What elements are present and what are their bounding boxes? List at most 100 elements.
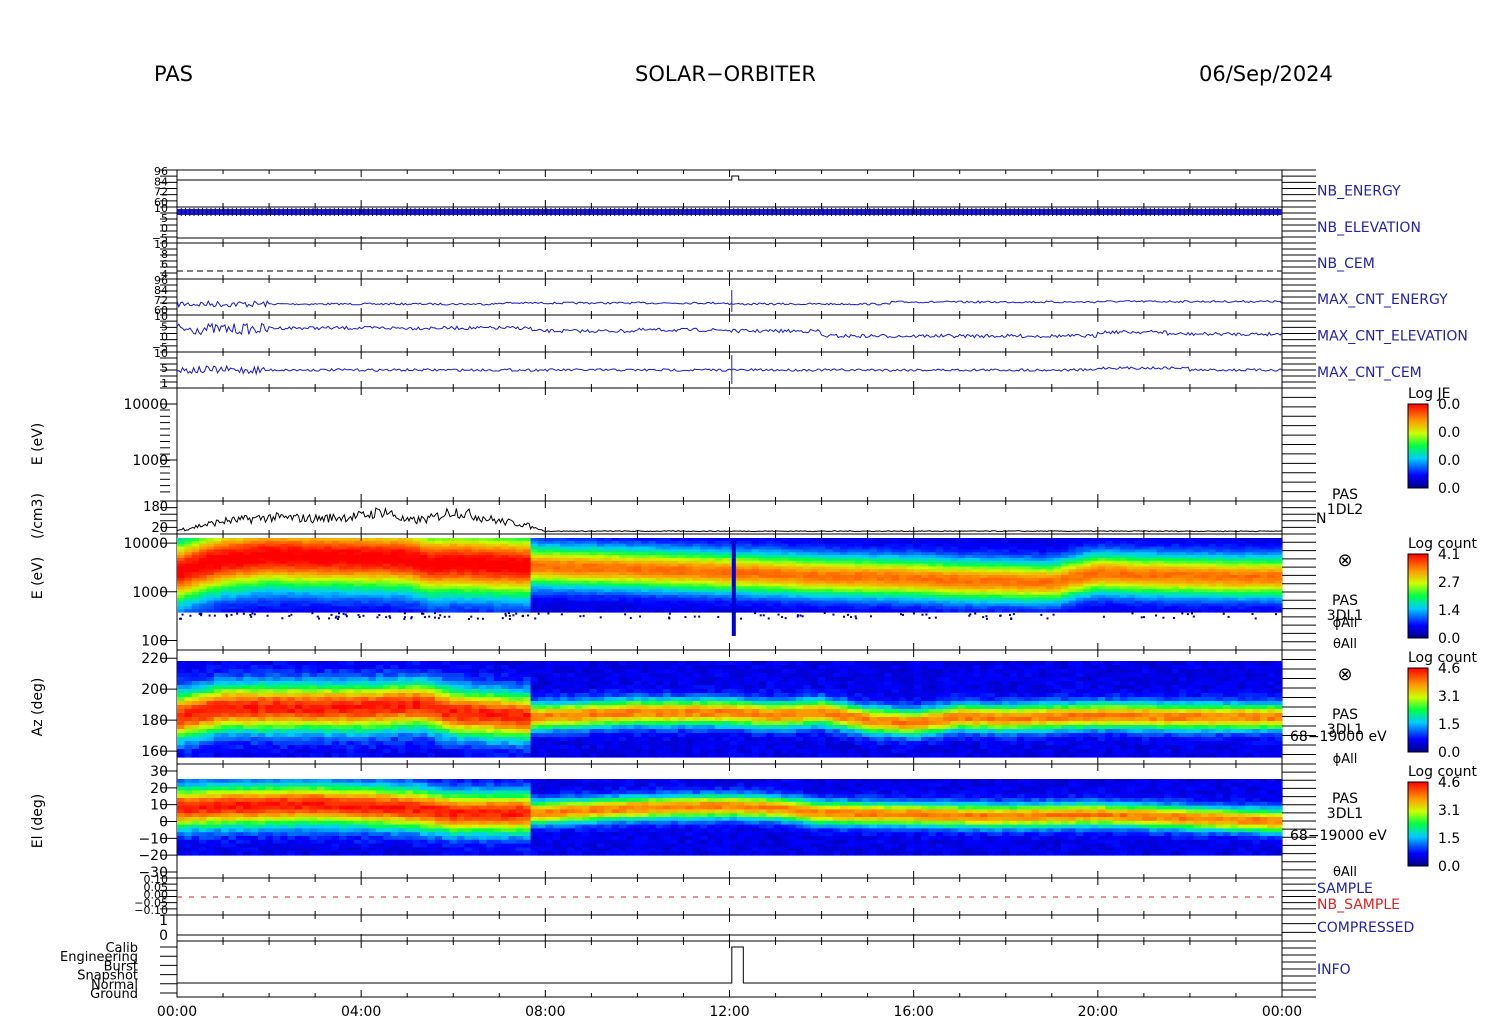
azimuth-spec-cell	[250, 737, 259, 742]
energy-spec-cell	[412, 609, 421, 613]
energy-spec-cell	[294, 609, 303, 613]
azimuth-spec-cell	[331, 713, 340, 718]
energy-noise-dot	[389, 616, 392, 619]
azimuth-spec-cell	[361, 685, 370, 690]
azimuth-spec-cell	[353, 701, 362, 706]
azimuth-spec-cell	[191, 689, 200, 694]
azimuth-spec-cell	[368, 749, 377, 754]
energy-spec-cell	[935, 609, 944, 613]
azimuth-spec-cell	[235, 685, 244, 690]
azimuth-spec-cell	[258, 733, 266, 738]
azimuth-spec-cell	[228, 745, 237, 750]
je-panel	[176, 387, 1283, 502]
azimuth-spec-cell	[272, 749, 281, 754]
azimuth-spec-cell	[213, 697, 222, 702]
azimuth-spec-cell	[272, 717, 281, 722]
azimuth-spec-cell	[302, 693, 311, 698]
azimuth-spec-cell	[235, 713, 244, 718]
azimuth-spec-cell	[280, 669, 289, 674]
energy-spec-cell	[449, 609, 458, 613]
azimuth-spec-cell	[265, 677, 274, 682]
azimuth-spec-cell	[206, 689, 215, 694]
energy-noise-dot	[443, 615, 446, 618]
azimuth-spec-cell	[280, 741, 289, 746]
energy-noise-dot	[410, 617, 413, 620]
azimuth-spec-cell	[353, 717, 362, 722]
azimuth-spec-cell	[375, 697, 384, 702]
energy-noise-dot	[624, 613, 627, 616]
azimuth-spec-cell	[346, 673, 355, 678]
azimuth-spec-cell	[213, 673, 222, 678]
azimuth-spec-cell	[191, 661, 200, 666]
azimuth-spec-cell	[206, 705, 215, 710]
max-cnt-energy-trace	[176, 299, 1283, 309]
energy-noise-dot	[547, 612, 550, 615]
energy-noise-dot	[342, 612, 345, 615]
azimuth-spec-cell	[353, 713, 362, 718]
azimuth-spec-cell	[184, 701, 193, 706]
azimuth-spec-cell	[228, 709, 237, 714]
energy-spec-cell	[928, 609, 937, 613]
azimuth-spec-cell	[361, 681, 370, 686]
azimuth-spec-cell	[228, 733, 237, 738]
azimuth-spec-cell	[302, 717, 311, 722]
azimuth-spec-cell	[346, 733, 355, 738]
azimuth-spec-cell	[331, 749, 340, 754]
energy-spec-cell	[1016, 609, 1025, 613]
azimuth-spec-cell	[294, 729, 303, 734]
energy-noise-dot	[684, 616, 687, 619]
azimuth-spec-cell	[258, 673, 266, 678]
azimuth-spec-cell	[280, 745, 289, 750]
azimuth-spec-cell	[339, 681, 348, 686]
azimuth-spec-cell	[353, 733, 362, 738]
azimuth-spec-cell	[287, 725, 296, 730]
azimuth-spec-cell	[265, 689, 274, 694]
azimuth-spec-cell	[331, 745, 340, 750]
energy-spec-cell	[265, 609, 274, 613]
azimuth-spec-cell	[302, 669, 311, 674]
azimuth-spec-cell	[221, 733, 230, 738]
energy-spec-cell	[795, 609, 804, 613]
azimuth-spec-cell	[302, 733, 311, 738]
azimuth-spec-cell	[361, 673, 370, 678]
azimuth-spec-cell	[309, 669, 318, 674]
energy-spec-cell	[1193, 609, 1202, 613]
azimuth-spec-cell	[258, 689, 266, 694]
energy-noise-dot	[437, 617, 440, 620]
energy-spec-cell	[847, 609, 856, 613]
azimuth-spec-cell	[302, 661, 311, 666]
azimuth-spec-cell	[235, 677, 244, 682]
azimuth-spec-cell	[361, 729, 370, 734]
azimuth-spec-cell	[177, 665, 185, 670]
azimuth-spec-cell	[272, 673, 281, 678]
azimuth-spec-cell	[206, 661, 215, 666]
energy-spec-cell	[854, 609, 863, 613]
azimuth-spec-cell	[339, 689, 348, 694]
energy-noise-dot	[242, 612, 245, 615]
azimuth-spec-cell	[361, 753, 370, 758]
azimuth-spec-cell	[258, 685, 266, 690]
azimuth-spec-cell	[302, 725, 311, 730]
azimuth-spec-cell	[331, 681, 340, 686]
azimuth-spec-cell	[235, 717, 244, 722]
energy-spec-cell	[781, 609, 790, 613]
azimuth-spec-cell	[199, 705, 208, 710]
energy-spec-cell	[1156, 609, 1165, 613]
azimuth-spec-cell	[221, 729, 230, 734]
azimuth-spec-cell	[331, 697, 340, 702]
azimuth-spec-cell	[228, 665, 237, 670]
azimuth-spec-cell	[280, 705, 289, 710]
azimuth-spec-cell	[199, 741, 208, 746]
energy-noise-dot	[208, 614, 211, 617]
energy-noise-dot	[433, 612, 436, 615]
azimuth-spec-cell	[258, 741, 266, 746]
azimuth-spec-cell	[235, 749, 244, 754]
azimuth-spec-cell	[309, 721, 318, 726]
azimuth-spec-cell	[265, 737, 274, 742]
azimuth-spec-cell	[316, 673, 325, 678]
energy-noise-dot	[385, 616, 388, 619]
azimuth-spec-cell	[353, 729, 362, 734]
energy-noise-dot	[823, 612, 826, 615]
azimuth-spec-cell	[353, 737, 362, 742]
energy-noise-dot	[336, 617, 339, 620]
